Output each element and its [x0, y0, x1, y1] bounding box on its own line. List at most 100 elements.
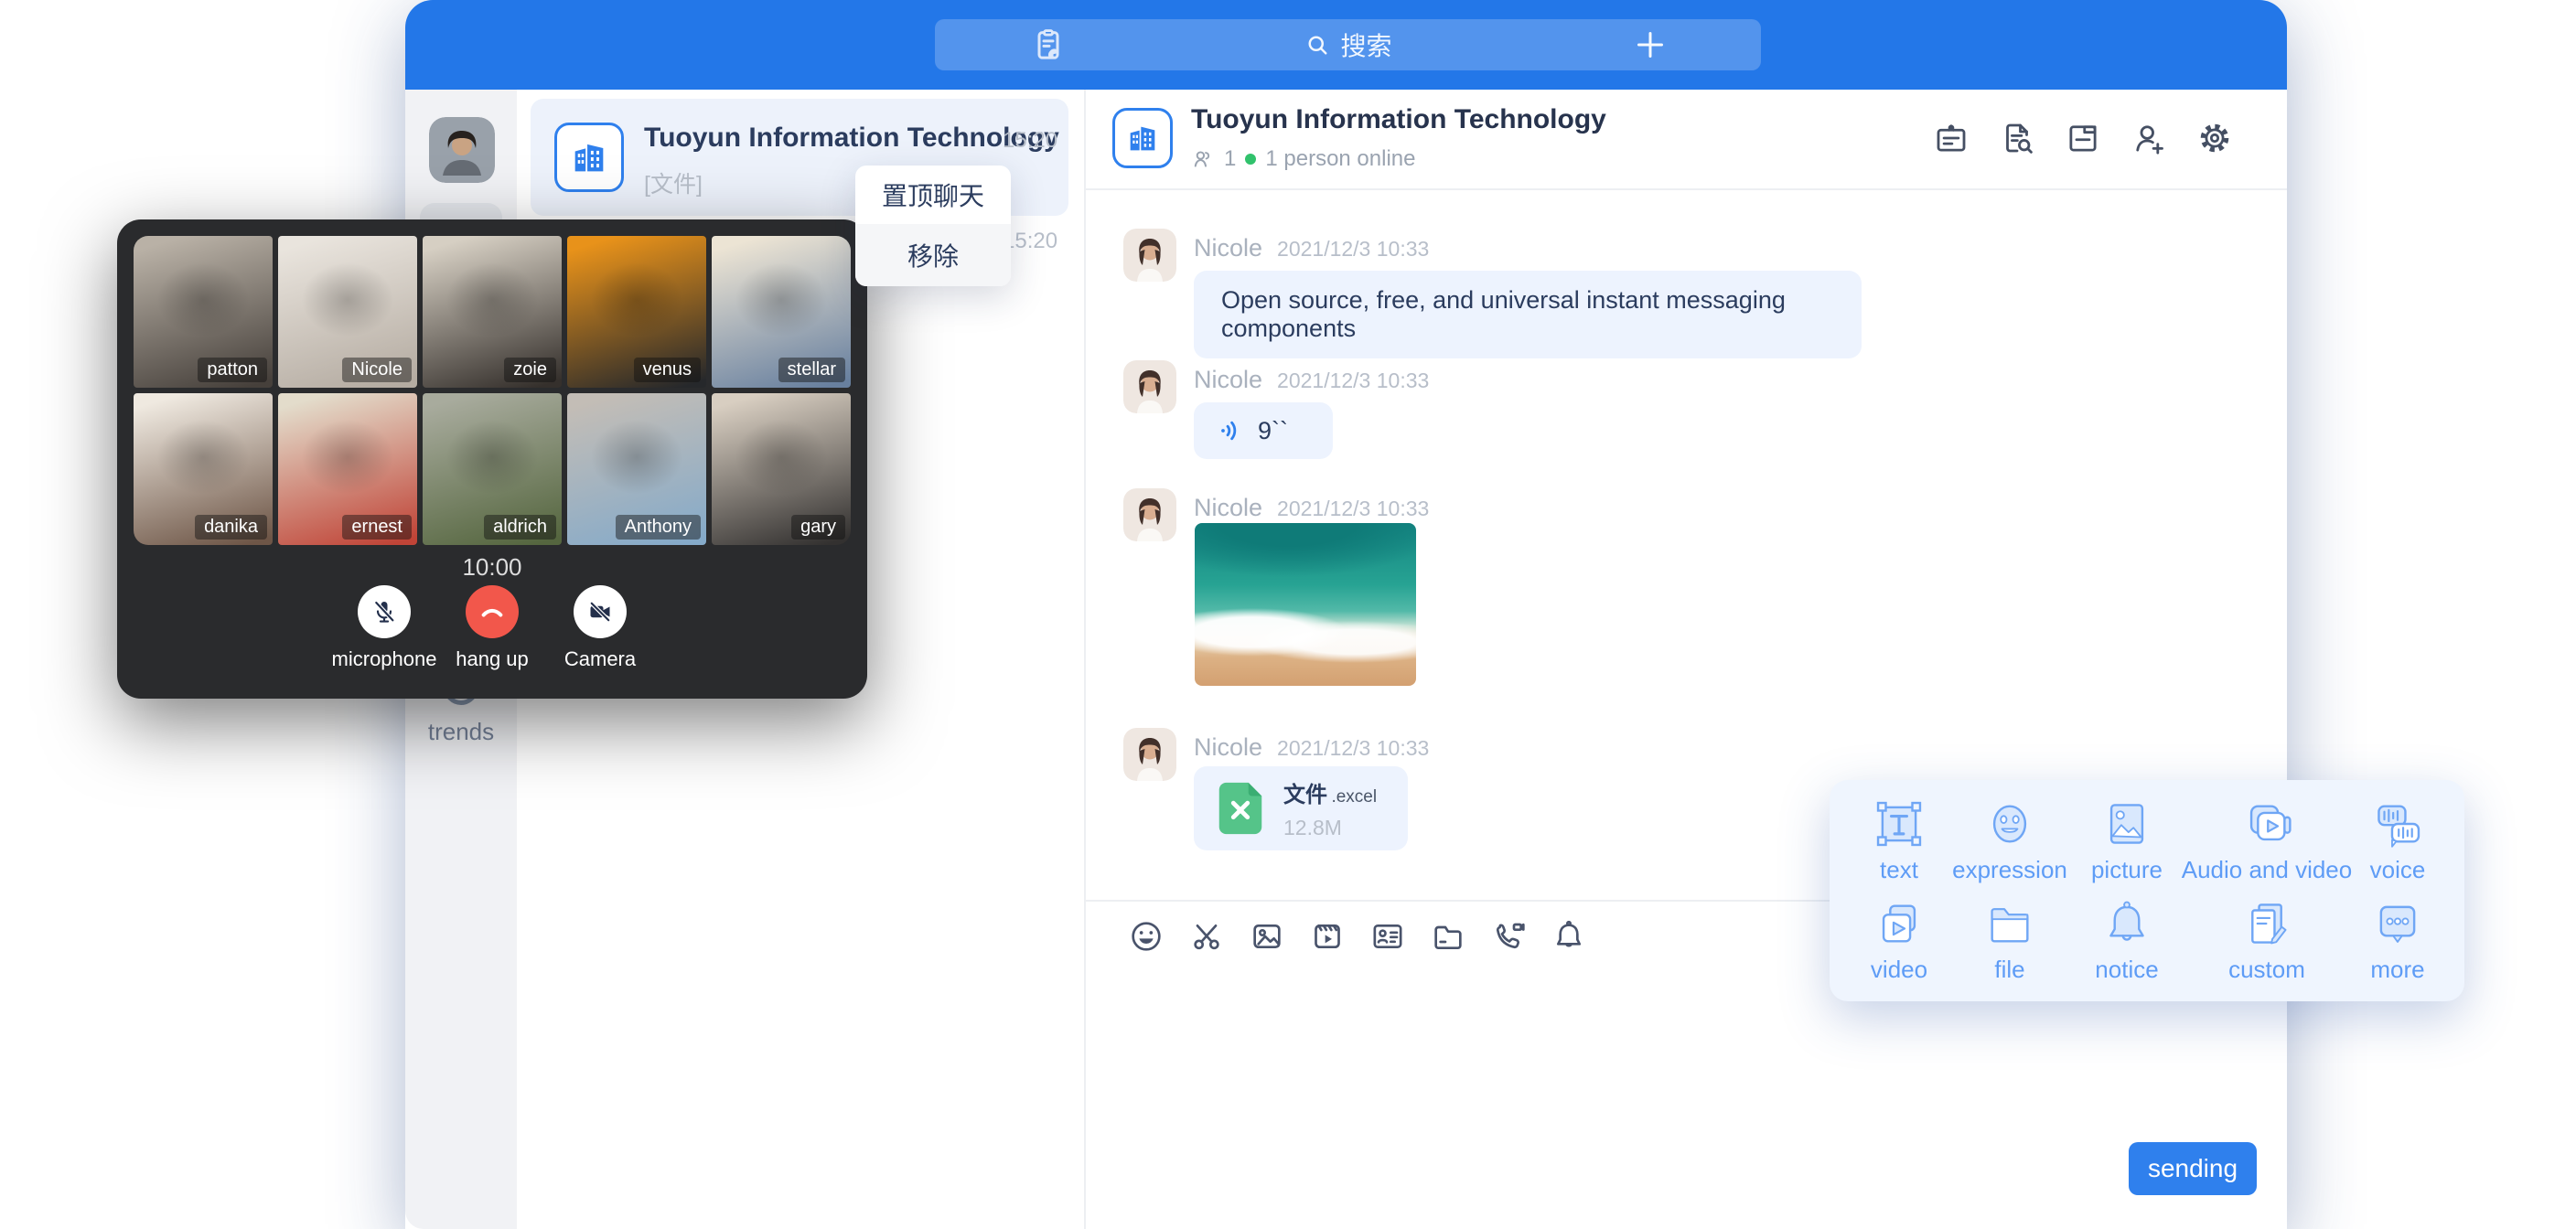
settings-icon[interactable] [2195, 119, 2234, 157]
menu-item-pin-chat[interactable]: 置顶聊天 [855, 166, 1011, 224]
avatar[interactable] [1123, 488, 1176, 541]
history-search-icon[interactable] [1998, 119, 2036, 157]
voice-bubble-icon [2371, 797, 2424, 850]
picture-blue-icon [2100, 797, 2153, 850]
popup-item-file[interactable]: file [1941, 897, 2078, 984]
participant-name: gary [791, 515, 845, 540]
search-icon [1304, 31, 1331, 59]
menu-item-remove[interactable]: 移除 [855, 224, 1011, 286]
message-text-content: Open source, free, and universal instant… [1221, 286, 1834, 343]
screenshot-icon[interactable] [1188, 918, 1225, 955]
participant-name: zoie [504, 358, 556, 382]
picture-icon[interactable] [1249, 918, 1285, 955]
participant-tile: gary [712, 393, 851, 545]
participant-name: patton [198, 358, 267, 382]
participant-name: Anthony [616, 515, 701, 540]
call-timer: 10:00 [117, 553, 867, 582]
participant-tile: venus [567, 236, 706, 388]
file-ext: .excel [1331, 787, 1377, 807]
online-status: 1 person online [1265, 146, 1415, 172]
members-icon [1191, 147, 1215, 171]
popup-item-voice[interactable]: voice [2358, 797, 2437, 884]
my-avatar[interactable] [429, 117, 495, 183]
participant-tile: zoie [423, 236, 562, 388]
member-count: 1 [1224, 146, 1236, 172]
popup-item-label: voice [2370, 856, 2426, 884]
message-author: Nicole [1194, 494, 1262, 522]
avatar[interactable] [1123, 360, 1176, 413]
video-call-panel: patton Nicole zoie venus stellar danika … [117, 219, 867, 699]
file-bubble[interactable]: 文件 .excel 12.8M [1194, 766, 1408, 850]
excel-file-icon [1212, 780, 1269, 837]
popup-item-label: more [2370, 956, 2424, 984]
text-frame-icon [1873, 797, 1926, 850]
participant-name: danika [195, 515, 267, 540]
announcement-icon[interactable] [1932, 119, 1970, 157]
camera-control: Camera [556, 585, 644, 671]
conversation2-time: 15:20 [1003, 229, 1057, 254]
popup-item-more[interactable]: more [2358, 897, 2437, 984]
participant-tile: Nicole [278, 236, 417, 388]
topbar: 搜索 [405, 0, 2287, 90]
file-page-icon[interactable] [2064, 119, 2102, 157]
message-author: Nicole [1194, 733, 1262, 762]
chat-avatar-icon [1112, 108, 1173, 168]
call-controls: microphone hang up [117, 585, 867, 671]
composer-toolbar [1128, 918, 1587, 955]
building-icon [1124, 120, 1161, 156]
file-name: 文件 [1283, 783, 1327, 807]
popup-item-notice[interactable]: notice [2078, 897, 2175, 984]
popup-item-audio-and-video[interactable]: Audio and video [2175, 797, 2358, 884]
building-icon [568, 136, 610, 178]
image-message-photo[interactable] [1195, 523, 1416, 686]
online-dot [1245, 154, 1256, 165]
message-author: Nicole [1194, 234, 1262, 262]
camera-button[interactable] [574, 585, 627, 638]
emoji-icon[interactable] [1128, 918, 1165, 955]
chat-header-actions [1932, 119, 2234, 157]
chat-title: Tuoyun Information Technology [1191, 104, 1606, 135]
avatar[interactable] [1123, 728, 1176, 781]
file-size: 12.8M [1283, 816, 1377, 840]
folder-icon[interactable] [1430, 918, 1466, 955]
context-menu: 置顶聊天 移除 [855, 166, 1011, 286]
popup-item-label: text [1880, 856, 1918, 884]
participant-name: aldrich [484, 515, 556, 540]
voice-wave-icon [1216, 416, 1245, 445]
add-member-icon[interactable] [2130, 119, 2168, 157]
participant-name: venus [634, 358, 701, 382]
popup-item-custom[interactable]: custom [2175, 897, 2358, 984]
popup-item-picture[interactable]: picture [2078, 797, 2175, 884]
notification-icon[interactable] [1551, 918, 1587, 955]
avatar[interactable] [1123, 229, 1176, 282]
more-bubble-icon [2371, 897, 2424, 950]
group-avatar-icon [554, 123, 624, 192]
popup-item-video[interactable]: video [1857, 897, 1941, 984]
message-time: 2021/12/3 10:33 [1277, 497, 1429, 521]
video-icon[interactable] [1309, 918, 1346, 955]
trends-label: trends [405, 718, 517, 746]
contact-card-icon[interactable] [1369, 918, 1406, 955]
camera-label: Camera [564, 647, 636, 671]
popup-item-label: notice [2095, 956, 2158, 984]
add-icon[interactable] [1632, 27, 1669, 63]
hangup-button[interactable] [466, 585, 519, 638]
screen: 搜索 trend [0, 0, 2576, 1229]
smiley-icon [1983, 797, 2036, 850]
participant-tile: patton [134, 236, 273, 388]
popup-item-expression[interactable]: expression [1941, 797, 2078, 884]
folder-blue-icon [1983, 897, 2036, 950]
message-author: Nicole [1194, 366, 1262, 394]
custom-doc-icon [2240, 897, 2293, 950]
video-call-icon[interactable] [1490, 918, 1527, 955]
voice-bubble[interactable]: 9`` [1194, 402, 1333, 459]
chat-subtitle: 1 1 person online [1191, 146, 1415, 172]
microphone-button[interactable] [358, 585, 411, 638]
hangup-label: hang up [456, 647, 529, 671]
search-bar[interactable]: 搜索 [935, 19, 1761, 70]
send-button[interactable]: sending [2129, 1142, 2257, 1195]
popup-item-text[interactable]: text [1857, 797, 1941, 884]
message-time: 2021/12/3 10:33 [1277, 237, 1429, 262]
audio-video-icon [2240, 797, 2293, 850]
chat-area: Tuoyun Information Technology 1 1 person… [1086, 90, 2287, 1229]
